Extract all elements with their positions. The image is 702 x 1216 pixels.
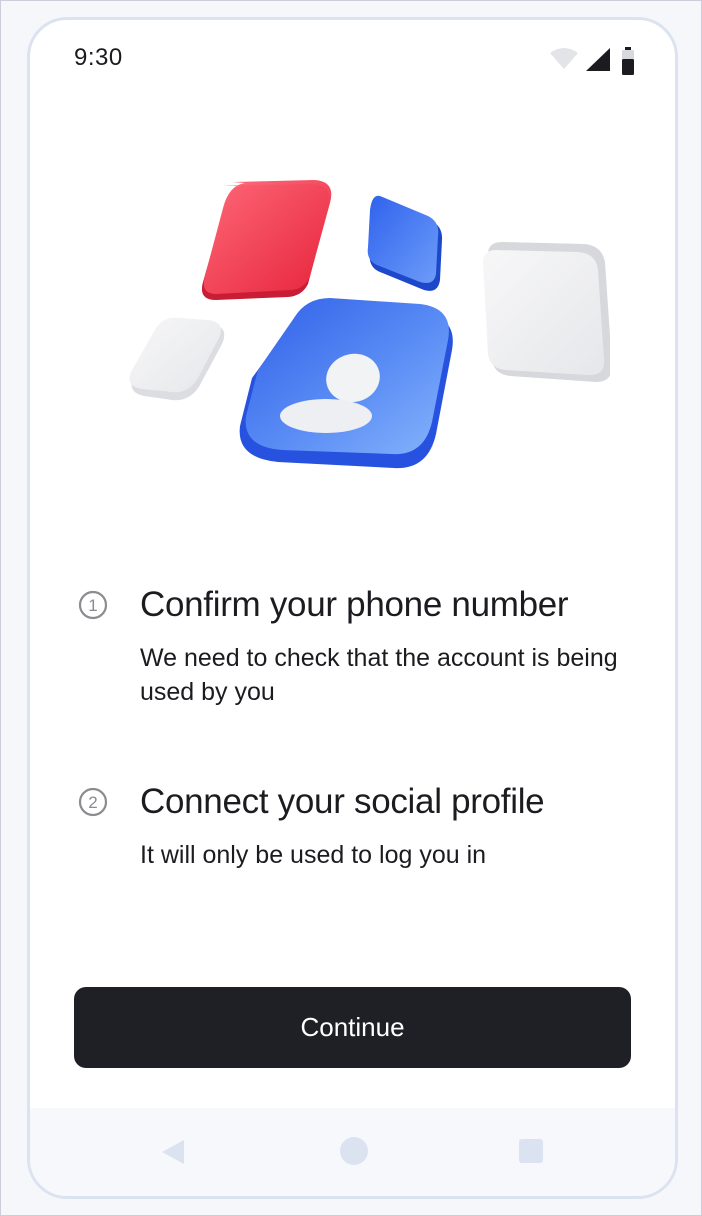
step-number-2-icon: 2 [78, 787, 108, 817]
step-description: We need to check that the account is bei… [140, 644, 618, 706]
cellular-signal-icon [585, 47, 611, 76]
home-icon[interactable] [339, 1136, 369, 1171]
step-description: It will only be used to log you in [140, 841, 487, 869]
back-icon[interactable] [160, 1138, 186, 1171]
step-title: Confirm your phone number [140, 585, 569, 624]
wifi-icon [549, 47, 579, 76]
continue-button[interactable]: Continue [74, 987, 631, 1068]
red-tile-shape [201, 180, 332, 300]
status-time: 9:30 [74, 44, 123, 71]
step-number-2-text: 2 [88, 793, 97, 812]
phone-screen: 9:30 1 Confirm your phone number We need… [27, 17, 678, 1199]
white-small-tile-shape [129, 317, 225, 401]
step-title: Connect your social profile [140, 782, 545, 821]
blue-small-tile-shape [367, 195, 443, 291]
battery-icon [621, 47, 635, 80]
step-number-1-icon: 1 [78, 590, 108, 620]
hero-illustration [90, 170, 612, 500]
recents-icon[interactable] [518, 1138, 544, 1169]
user-profile-icon [239, 298, 453, 469]
step-number-1-text: 1 [88, 596, 97, 615]
white-large-tile-shape [483, 242, 612, 382]
status-bar: 9:30 [30, 20, 675, 100]
system-nav-bar [30, 1108, 675, 1196]
status-icons [545, 47, 635, 77]
